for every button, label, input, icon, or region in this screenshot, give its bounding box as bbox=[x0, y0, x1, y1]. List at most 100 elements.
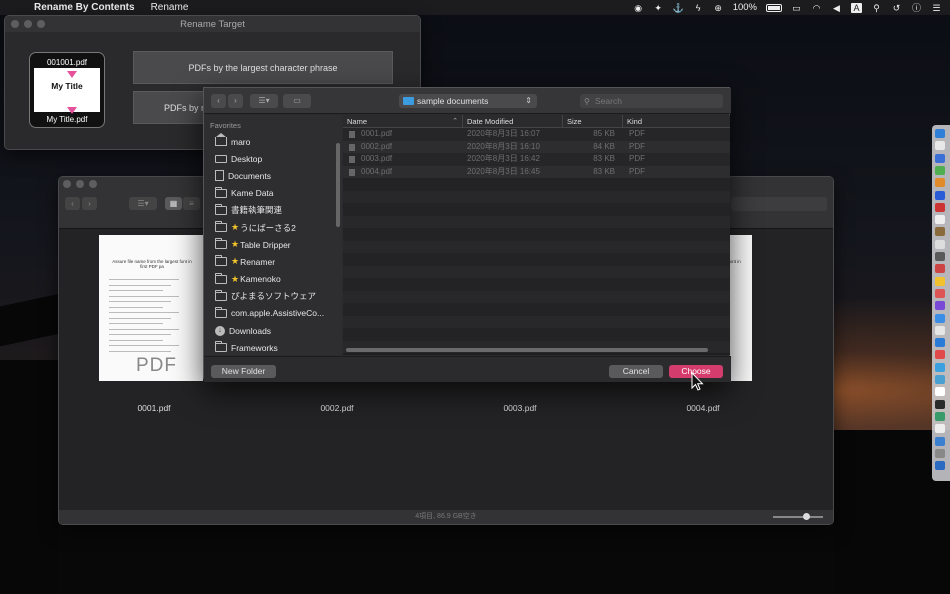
sidebar-item[interactable]: Desktop bbox=[204, 150, 342, 167]
cancel-button[interactable]: Cancel bbox=[609, 365, 663, 378]
dock-app-icon[interactable] bbox=[935, 362, 945, 372]
dock-app-icon[interactable] bbox=[935, 190, 945, 200]
sidebar-item[interactable]: 書籍執筆関連 bbox=[204, 202, 342, 219]
dock-app-icon[interactable] bbox=[935, 129, 945, 138]
folder-icon bbox=[215, 186, 227, 198]
dock-app-icon[interactable] bbox=[935, 375, 945, 384]
column-kind[interactable]: Kind bbox=[623, 115, 730, 127]
pdf-thumbnail: Assure file name from the largest font i… bbox=[99, 235, 203, 381]
forward-button[interactable]: › bbox=[228, 94, 243, 108]
file-row[interactable]: 0003.pdf 2020年8月3日 16:42 83 KB PDF bbox=[343, 153, 730, 166]
close-button[interactable] bbox=[11, 20, 19, 28]
sidebar-item[interactable]: ★ Renamer bbox=[204, 253, 342, 270]
dock-app-icon[interactable] bbox=[935, 252, 945, 261]
sidebar-item[interactable]: com.apple.AssistiveCo... bbox=[204, 305, 342, 322]
dock-app-icon[interactable] bbox=[935, 215, 945, 225]
app-status-icon[interactable]: ✦ bbox=[653, 3, 664, 13]
bolt-icon[interactable]: ϟ bbox=[693, 3, 704, 13]
dock-app-icon[interactable] bbox=[935, 202, 945, 212]
sidebar-item[interactable]: ★ うにばーさる2 bbox=[204, 219, 342, 236]
dock-app-icon[interactable] bbox=[935, 264, 945, 274]
sidebar-item[interactable]: Kame Data bbox=[204, 185, 342, 202]
zoom-button[interactable] bbox=[89, 180, 97, 188]
finder-file-item[interactable]: Assure file name from the largest font i… bbox=[99, 235, 209, 420]
battery-icon[interactable] bbox=[766, 3, 782, 12]
dock-app-icon[interactable] bbox=[935, 165, 945, 175]
icon-size-slider-knob[interactable] bbox=[803, 513, 810, 520]
dock-app-icon[interactable] bbox=[935, 239, 945, 249]
back-button[interactable]: ‹ bbox=[211, 94, 226, 108]
dock-app-icon[interactable] bbox=[935, 411, 945, 421]
zoom-button[interactable] bbox=[37, 20, 45, 28]
list-view-button[interactable]: ≡ bbox=[183, 197, 200, 210]
file-row[interactable]: 0001.pdf 2020年8月3日 16:07 85 KB PDF bbox=[343, 128, 730, 141]
file-row[interactable]: 0004.pdf 2020年8月3日 16:45 83 KB PDF bbox=[343, 165, 730, 178]
group-button[interactable]: ▭ bbox=[283, 94, 311, 108]
app-menu[interactable]: Rename By Contents bbox=[34, 2, 135, 13]
crosshair-icon[interactable]: ⊕ bbox=[713, 3, 724, 13]
dock-app-icon[interactable] bbox=[935, 387, 945, 397]
star-icon: ★ bbox=[231, 239, 240, 250]
largest-phrase-button[interactable]: PDFs by the largest character phrase bbox=[133, 51, 393, 84]
sidebar-item[interactable]: ぴよまるソフトウェア bbox=[204, 288, 342, 305]
forward-button[interactable]: › bbox=[82, 197, 97, 210]
info-icon[interactable]: ⓘ bbox=[911, 3, 922, 13]
record-icon[interactable]: ◉ bbox=[633, 3, 644, 13]
battery-percent[interactable]: 100% bbox=[733, 2, 757, 13]
sidebar-item[interactable]: Frameworks bbox=[204, 339, 342, 356]
notification-center-icon[interactable]: ☰ bbox=[931, 3, 942, 13]
input-source-icon[interactable]: A bbox=[851, 2, 862, 13]
dock-app-icon[interactable] bbox=[935, 448, 945, 458]
dock-app-icon[interactable] bbox=[935, 288, 945, 298]
icon-size-slider[interactable] bbox=[773, 516, 823, 518]
icon-view-button[interactable]: ▦ bbox=[165, 197, 182, 210]
new-folder-button[interactable]: New Folder bbox=[211, 365, 276, 378]
dock-app-icon[interactable] bbox=[935, 301, 945, 311]
sidebar-item[interactable]: Documents bbox=[204, 167, 342, 184]
sidebar-item[interactable]: maro bbox=[204, 133, 342, 150]
close-button[interactable] bbox=[63, 180, 71, 188]
dock-app-icon[interactable] bbox=[935, 325, 945, 335]
view-options-button[interactable]: ☰▾ bbox=[129, 197, 157, 210]
date-modified-cell: 2020年8月3日 16:42 bbox=[467, 154, 540, 163]
dock-app-icon[interactable] bbox=[935, 178, 945, 188]
dock-app-icon[interactable] bbox=[935, 350, 945, 360]
file-row[interactable]: 0002.pdf 2020年8月3日 16:10 84 KB PDF bbox=[343, 140, 730, 153]
star-icon: ★ bbox=[231, 222, 240, 233]
dock-app-icon[interactable] bbox=[935, 424, 945, 434]
volume-icon[interactable]: ◀ bbox=[831, 3, 842, 13]
minimize-button[interactable] bbox=[24, 20, 32, 28]
location-label: sample documents bbox=[417, 96, 489, 106]
anchor-icon[interactable]: ⚓ bbox=[673, 3, 684, 13]
back-button[interactable]: ‹ bbox=[65, 197, 80, 210]
column-size[interactable]: Size bbox=[563, 115, 623, 127]
dock-app-icon[interactable] bbox=[935, 399, 945, 409]
dock-app-icon[interactable] bbox=[935, 436, 945, 446]
empty-row bbox=[343, 328, 730, 341]
dock-app-icon[interactable] bbox=[935, 461, 945, 471]
airplay-icon[interactable]: ▭ bbox=[791, 3, 802, 13]
wifi-icon[interactable]: ◠ bbox=[811, 3, 822, 13]
menu-rename[interactable]: Rename bbox=[151, 2, 189, 13]
dock-app-icon[interactable] bbox=[935, 141, 945, 151]
column-name[interactable]: Name ⌃ bbox=[343, 115, 463, 127]
text-line bbox=[109, 301, 171, 302]
dock-app-icon[interactable] bbox=[935, 338, 945, 348]
horizontal-scrollbar[interactable] bbox=[346, 348, 708, 352]
sidebar-item[interactable]: ↓ Downloads bbox=[204, 322, 342, 339]
finder-search-field[interactable] bbox=[731, 197, 827, 211]
dock-app-icon[interactable] bbox=[935, 153, 945, 163]
search-field[interactable]: ⚲ Search bbox=[580, 94, 723, 108]
time-machine-icon[interactable]: ↺ bbox=[891, 3, 902, 13]
dock-app-icon[interactable] bbox=[935, 313, 945, 323]
sidebar-item[interactable]: ★ Kamenoko bbox=[204, 271, 342, 288]
view-options-button[interactable]: ☰▾ bbox=[250, 94, 278, 108]
sidebar-item[interactable]: ★ Table Dripper bbox=[204, 236, 342, 253]
sidebar-scrollbar[interactable] bbox=[336, 143, 340, 227]
location-popup[interactable]: sample documents ⇕ bbox=[399, 94, 537, 108]
column-date[interactable]: Date Modified bbox=[463, 115, 563, 127]
dock-app-icon[interactable] bbox=[935, 227, 945, 237]
spotlight-icon[interactable]: ⚲ bbox=[871, 3, 882, 13]
dock-app-icon[interactable] bbox=[935, 276, 945, 286]
minimize-button[interactable] bbox=[76, 180, 84, 188]
